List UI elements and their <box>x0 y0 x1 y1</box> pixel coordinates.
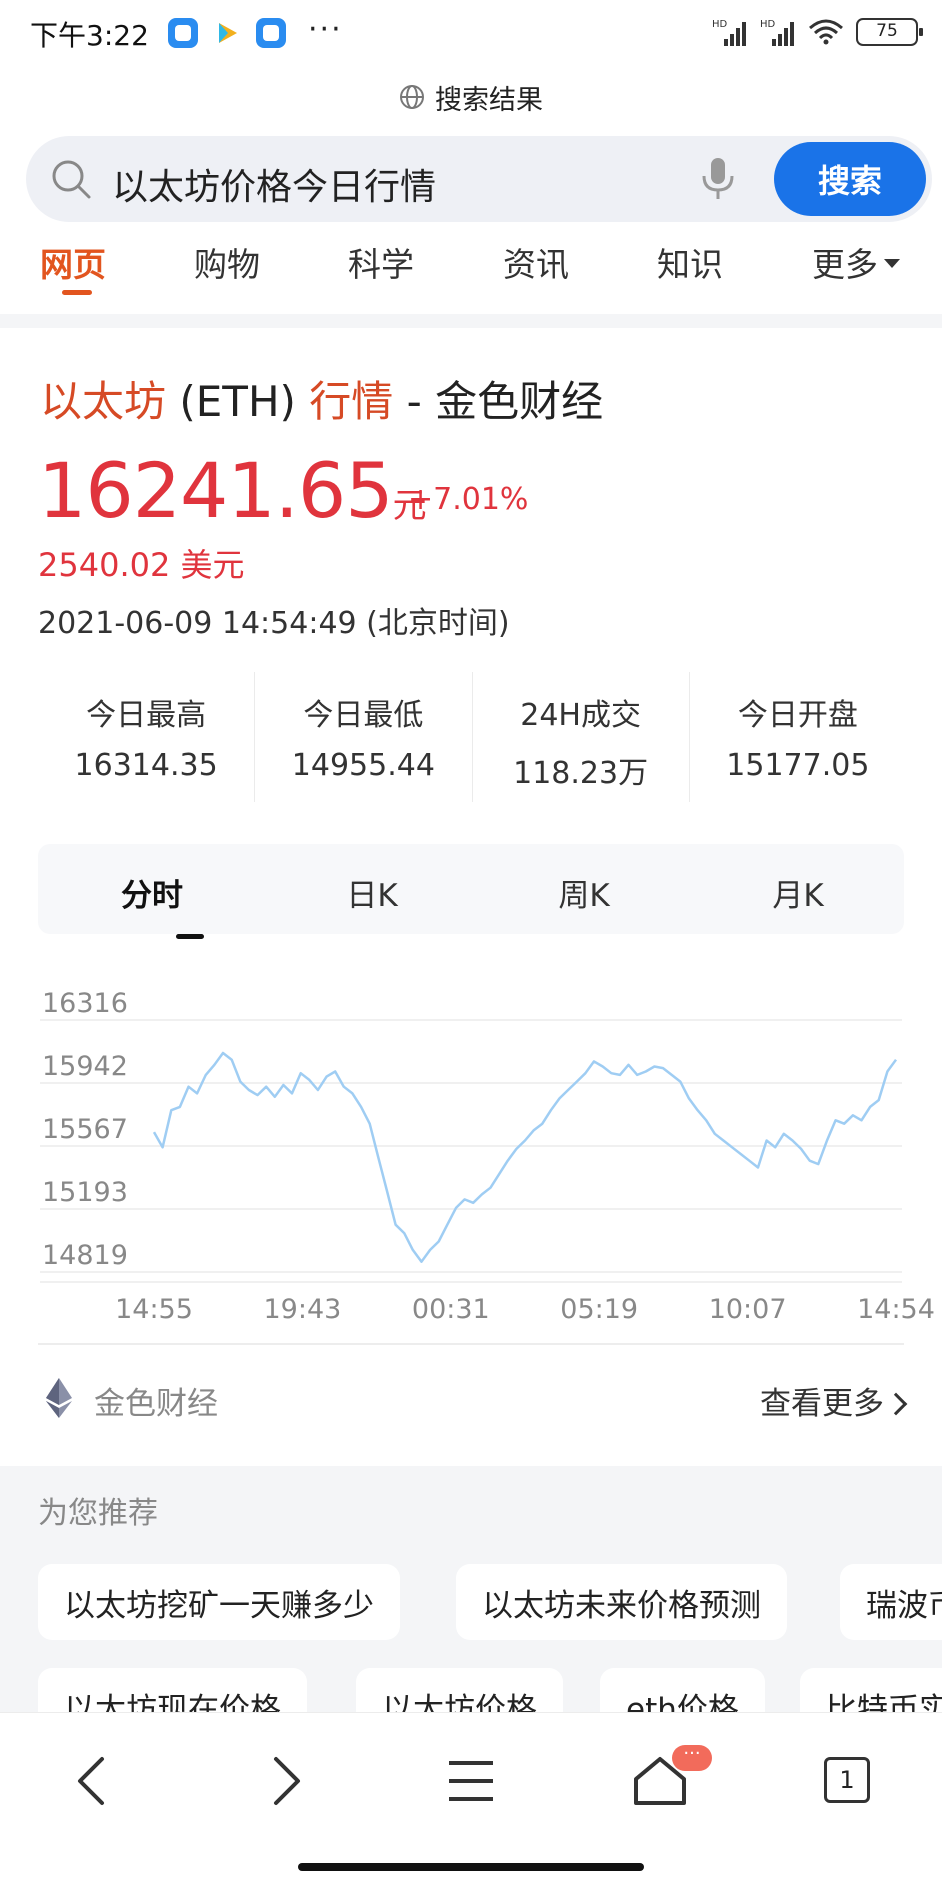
x-tick-label: 19:43 <box>263 1294 341 1320</box>
tab-intraday[interactable]: 分时 <box>121 870 183 915</box>
battery-icon: 75 <box>856 18 923 46</box>
search-button[interactable]: 搜索 <box>774 142 926 216</box>
search-bar[interactable]: 以太坊价格今日行情 搜索 <box>26 136 932 222</box>
svg-text:HD: HD <box>760 19 776 30</box>
tab-monthly-k[interactable]: 月K <box>772 870 823 915</box>
page-title: 搜索结果 <box>435 84 543 116</box>
y-tick-label: 15567 <box>42 1114 128 1145</box>
chart-period-tabs: 分时 日K 周K 月K <box>38 844 904 939</box>
title-keyword: 行情 <box>309 377 394 426</box>
section-divider <box>0 314 942 328</box>
card-divider <box>38 1343 904 1345</box>
tab-daily-k[interactable]: 日K <box>346 870 397 915</box>
page-title-row: 搜索结果 <box>0 74 942 120</box>
source-name: 金色财经 <box>94 1386 218 1422</box>
tab-knowledge[interactable]: 知识 <box>657 238 723 286</box>
recommend-chip[interactable]: 以太坊未来价格预测 <box>456 1564 787 1640</box>
tab-science[interactable]: 科学 <box>348 238 414 286</box>
recommendations-section: 为您推荐 以太坊挖矿一天赚多少 以太坊未来价格预测 瑞波币 以太坊现在价格 以太… <box>0 1466 942 1718</box>
price-stats: 今日最高 16314.35 今日最低 14955.44 24H成交 118.23… <box>38 672 906 802</box>
tab-shopping[interactable]: 购物 <box>194 238 260 286</box>
stat-label: 24H成交 <box>520 698 641 733</box>
forward-arrow-icon[interactable] <box>254 1751 314 1811</box>
tab-more-label: 更多 <box>812 245 878 284</box>
stat-today-high: 今日最高 16314.35 <box>38 672 256 802</box>
notification-badge: ··· <box>672 1745 712 1771</box>
recommend-chip[interactable]: 比特币实 <box>800 1668 942 1718</box>
recommend-chip[interactable]: 以太坊价格 <box>356 1668 563 1718</box>
y-tick-label: 15193 <box>42 1177 128 1208</box>
x-tick-label: 00:31 <box>412 1294 490 1320</box>
result-title[interactable]: 以太坊 (ETH) 行情 - 金色财经 <box>40 368 603 429</box>
browser-bottom-nav: ··· 1 <box>0 1712 942 1884</box>
title-source: - 金色财经 <box>393 377 604 426</box>
gesture-home-indicator <box>298 1863 644 1871</box>
menu-icon[interactable] <box>441 1751 501 1811</box>
recommend-chip[interactable]: 以太坊现在价格 <box>38 1668 307 1718</box>
search-input[interactable]: 以太坊价格今日行情 <box>112 158 436 210</box>
price-change: +7.01% <box>408 482 529 517</box>
search-icon <box>52 160 91 199</box>
x-tick-label: 14:55 <box>115 1294 193 1320</box>
x-tick-label: 05:19 <box>560 1294 638 1320</box>
tab-web[interactable]: 网页 <box>40 238 106 286</box>
tab-count-button[interactable]: 1 <box>824 1757 870 1803</box>
svg-text:HD: HD <box>712 19 728 30</box>
stat-value: 14955.44 <box>291 748 435 783</box>
stat-today-low: 今日最低 14955.44 <box>255 672 473 802</box>
y-tick-label: 14819 <box>42 1240 128 1271</box>
usd-price: 2540.02 美元 <box>38 546 245 584</box>
y-tick-label: 16316 <box>42 988 128 1019</box>
active-tab-indicator <box>62 290 92 295</box>
title-symbol: (ETH) <box>166 377 310 426</box>
stat-label: 今日最低 <box>303 698 424 733</box>
y-tick-label: 15942 <box>42 1051 128 1082</box>
recommendations-title: 为您推荐 <box>38 1496 158 1531</box>
status-indicators: HD HD 75 <box>712 14 923 50</box>
tab-more[interactable]: 更多 <box>812 238 900 286</box>
title-keyword: 以太坊 <box>40 377 167 426</box>
video-app-icon <box>219 23 237 43</box>
recommend-chip[interactable]: eth价格 <box>600 1668 765 1718</box>
x-tick-label: 10:07 <box>709 1294 787 1320</box>
price-line-chart[interactable]: 16316 15942 15567 15193 14819 14:55 19:43 00:31… <box>0 970 942 1320</box>
price-timestamp: 2021-06-09 14:54:49 (北京时间) <box>38 606 510 641</box>
active-period-indicator <box>176 934 204 939</box>
app-notification-icon <box>256 18 286 48</box>
globe-icon <box>400 85 424 109</box>
chevron-right-icon <box>884 1392 908 1416</box>
price-value: 16241.65 <box>38 446 394 535</box>
status-bar: 下午3:22 ··· HD HD 75 <box>0 0 942 64</box>
recommend-chip[interactable]: 以太坊挖矿一天赚多少 <box>38 1564 400 1640</box>
current-price: 16241.65元 <box>38 446 427 535</box>
source-row: 金色财经 查看更多 <box>38 1370 908 1426</box>
stat-24h-volume: 24H成交 118.23万 <box>473 672 690 802</box>
stat-value: 16314.35 <box>74 748 218 783</box>
ethereum-icon <box>46 1378 72 1418</box>
stat-value: 118.23万 <box>513 756 649 791</box>
caret-down-icon <box>884 259 900 268</box>
wifi-icon <box>809 19 843 45</box>
stat-value: 15177.05 <box>726 748 870 783</box>
recommend-chip[interactable]: 瑞波币 <box>840 1564 942 1640</box>
price-series-line <box>152 1051 898 1263</box>
stat-today-open: 今日开盘 15177.05 <box>690 672 906 802</box>
search-category-tabs: 网页 购物 科学 资讯 知识 更多 <box>0 238 942 304</box>
see-more-link[interactable]: 查看更多 <box>760 1378 908 1423</box>
stat-label: 今日开盘 <box>737 698 858 733</box>
tab-weekly-k[interactable]: 周K <box>558 870 609 915</box>
back-arrow-icon[interactable] <box>64 1751 124 1811</box>
stat-label: 今日最高 <box>86 698 207 733</box>
microphone-icon[interactable] <box>698 156 738 202</box>
tab-news[interactable]: 资讯 <box>503 238 569 286</box>
see-more-label: 查看更多 <box>760 1386 884 1422</box>
app-notification-icon <box>168 18 198 48</box>
status-time: 下午3:22 <box>30 19 149 52</box>
signal-hd-icon: HD <box>712 19 746 46</box>
more-notifications-icon: ··· <box>308 12 343 47</box>
x-tick-label: 14:54 <box>857 1294 935 1320</box>
signal-hd-icon: HD <box>760 19 794 46</box>
